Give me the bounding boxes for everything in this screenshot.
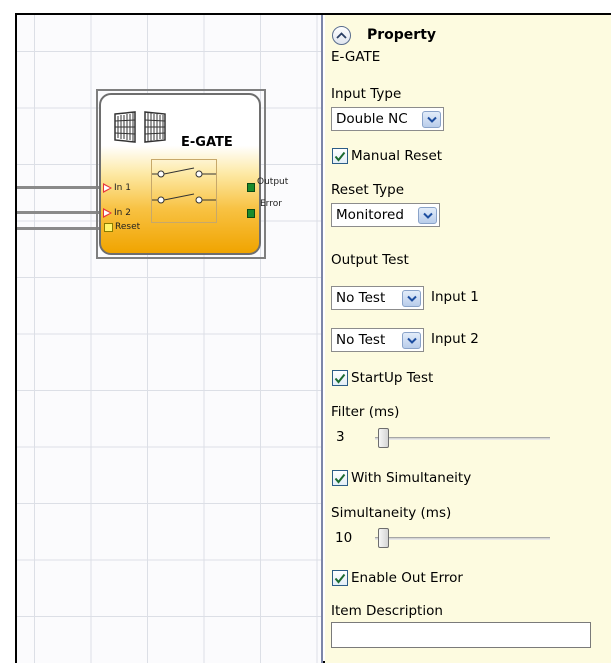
chevron-down-icon[interactable] bbox=[422, 110, 441, 128]
input-pin-2[interactable] bbox=[103, 208, 112, 218]
contacts-diagram bbox=[151, 159, 217, 223]
chevron-up-icon bbox=[336, 28, 347, 43]
output-pin[interactable] bbox=[247, 183, 255, 192]
simultaneity-slider-thumb[interactable] bbox=[378, 528, 389, 548]
error-label: Error bbox=[260, 199, 282, 209]
collapse-button[interactable] bbox=[332, 26, 351, 45]
manual-reset-checkbox[interactable] bbox=[332, 148, 348, 164]
simultaneity-value: 10 bbox=[335, 530, 353, 546]
error-pin[interactable] bbox=[247, 209, 255, 218]
input-type-value: Double NC bbox=[336, 111, 408, 127]
input-label-2: In 2 bbox=[114, 208, 131, 218]
filter-value: 3 bbox=[336, 429, 345, 445]
reset-pin[interactable] bbox=[104, 223, 113, 232]
input-pin-1[interactable] bbox=[103, 183, 112, 193]
output-test-value-2: No Test bbox=[336, 332, 386, 348]
output-test-value-1: No Test bbox=[336, 290, 386, 306]
check-icon bbox=[334, 573, 346, 584]
check-icon bbox=[334, 151, 346, 162]
wire-in1[interactable] bbox=[17, 186, 103, 189]
enable-out-error-checkbox[interactable] bbox=[332, 570, 348, 586]
output-test-input-1: Input 1 bbox=[431, 289, 479, 305]
output-test-select-1[interactable]: No Test bbox=[331, 286, 424, 310]
input-type-select[interactable]: Double NC bbox=[331, 107, 444, 131]
reset-type-select[interactable]: Monitored bbox=[331, 203, 440, 227]
enable-out-error-checkbox-row[interactable]: Enable Out Error bbox=[332, 570, 463, 586]
input-label-1: In 1 bbox=[114, 183, 131, 193]
chevron-down-icon[interactable] bbox=[402, 289, 421, 307]
check-icon bbox=[334, 373, 346, 384]
startup-test-checkbox-row[interactable]: StartUp Test bbox=[332, 370, 433, 386]
with-simultaneity-checkbox[interactable] bbox=[332, 470, 348, 486]
block-title: E-GATE bbox=[181, 135, 233, 150]
check-icon bbox=[334, 473, 346, 484]
reset-type-value: Monitored bbox=[336, 207, 404, 223]
property-title: Property bbox=[367, 27, 437, 43]
design-canvas[interactable]: E-GATE In 1 In 2 Reset Output Error bbox=[17, 15, 323, 663]
output-label: Output bbox=[257, 177, 289, 187]
enable-out-error-label: Enable Out Error bbox=[351, 570, 463, 586]
wire-in2[interactable] bbox=[17, 211, 103, 214]
property-panel: Property E-GATE Input Type Double NC Man… bbox=[325, 15, 611, 663]
component-name: E-GATE bbox=[331, 49, 381, 65]
manual-reset-checkbox-row[interactable]: Manual Reset bbox=[332, 148, 442, 164]
manual-reset-label: Manual Reset bbox=[351, 148, 443, 164]
simultaneity-slider-track[interactable] bbox=[375, 537, 550, 540]
filter-slider-track[interactable] bbox=[375, 437, 550, 440]
item-description-label: Item Description bbox=[331, 603, 443, 619]
chevron-down-icon[interactable] bbox=[402, 331, 421, 349]
startup-test-label: StartUp Test bbox=[351, 370, 434, 386]
simultaneity-label: Simultaneity (ms) bbox=[331, 505, 452, 521]
filter-label: Filter (ms) bbox=[331, 404, 400, 420]
wire-reset[interactable] bbox=[17, 227, 103, 230]
reset-type-label: Reset Type bbox=[331, 182, 405, 198]
gate-icon bbox=[113, 111, 137, 143]
with-simultaneity-label: With Simultaneity bbox=[351, 470, 472, 486]
output-test-label: Output Test bbox=[331, 252, 409, 268]
output-test-input-2: Input 2 bbox=[431, 331, 479, 347]
startup-test-checkbox[interactable] bbox=[332, 370, 348, 386]
reset-label: Reset bbox=[115, 222, 141, 232]
input-type-label: Input Type bbox=[331, 86, 402, 102]
gate-icon bbox=[143, 111, 167, 143]
chevron-down-icon[interactable] bbox=[418, 206, 437, 224]
output-test-select-2[interactable]: No Test bbox=[331, 328, 424, 352]
filter-slider-thumb[interactable] bbox=[378, 428, 389, 448]
item-description-input[interactable] bbox=[331, 622, 591, 648]
with-simultaneity-checkbox-row[interactable]: With Simultaneity bbox=[332, 470, 471, 486]
